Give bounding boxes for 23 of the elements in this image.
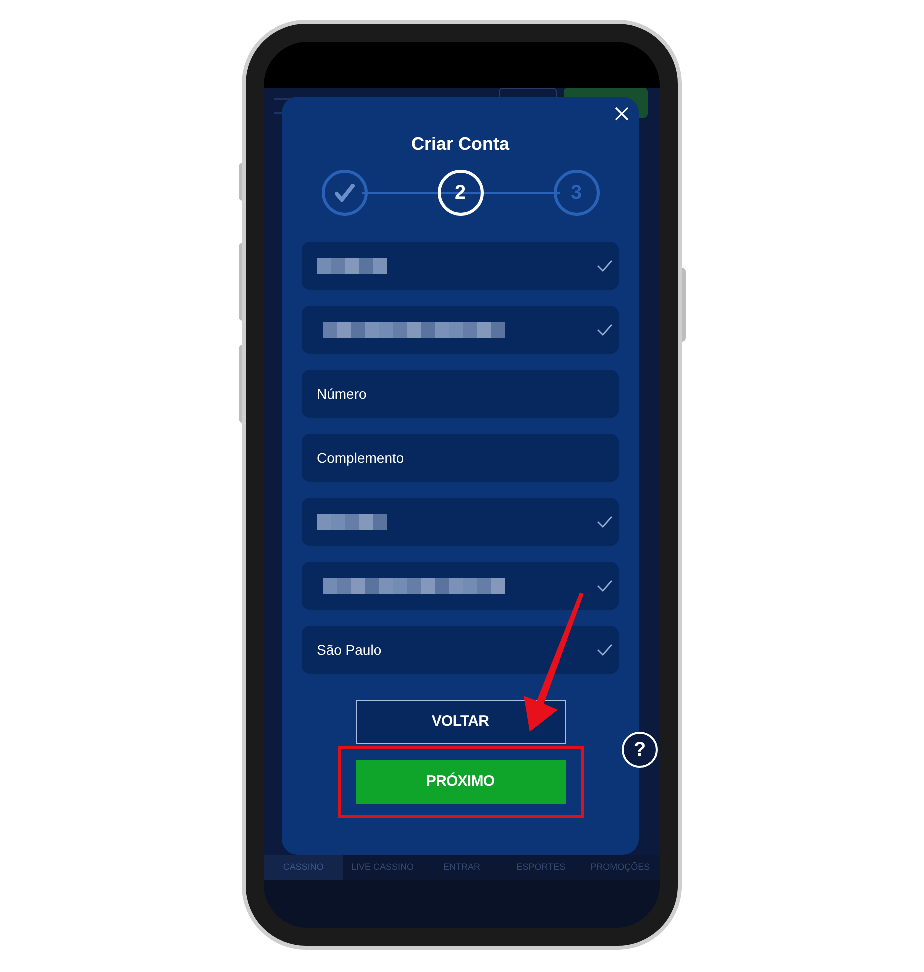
- field-value: São Paulo: [317, 640, 382, 660]
- form-field[interactable]: [302, 306, 619, 354]
- nav-tab[interactable]: ENTRAR: [422, 855, 502, 880]
- form-button[interactable]: VOLTAR: [356, 700, 566, 744]
- field-value: Número: [317, 384, 367, 404]
- form-field[interactable]: Complemento: [302, 434, 619, 482]
- field-value: Complemento: [317, 448, 404, 468]
- form-field[interactable]: [302, 562, 619, 610]
- form-button[interactable]: PRÓXIMO: [356, 760, 566, 804]
- form-field[interactable]: Número: [302, 370, 619, 418]
- nav-tab[interactable]: LIVE CASSINO: [343, 855, 422, 880]
- form-field[interactable]: [302, 498, 619, 546]
- redacted-value-drawing: [317, 258, 387, 274]
- step-indicator: 3: [554, 170, 600, 216]
- form-field[interactable]: São Paulo: [302, 626, 619, 674]
- modal-title: Criar Conta: [411, 133, 510, 155]
- nav-tab[interactable]: ESPORTES: [502, 855, 581, 880]
- close-icon[interactable]: [614, 106, 630, 122]
- form-field[interactable]: [302, 242, 619, 290]
- step-indicator: 2: [438, 170, 484, 216]
- nav-tab[interactable]: PROMOÇÕES: [580, 855, 660, 880]
- check-icon: [334, 184, 354, 202]
- redacted-value-drawing: [317, 514, 387, 530]
